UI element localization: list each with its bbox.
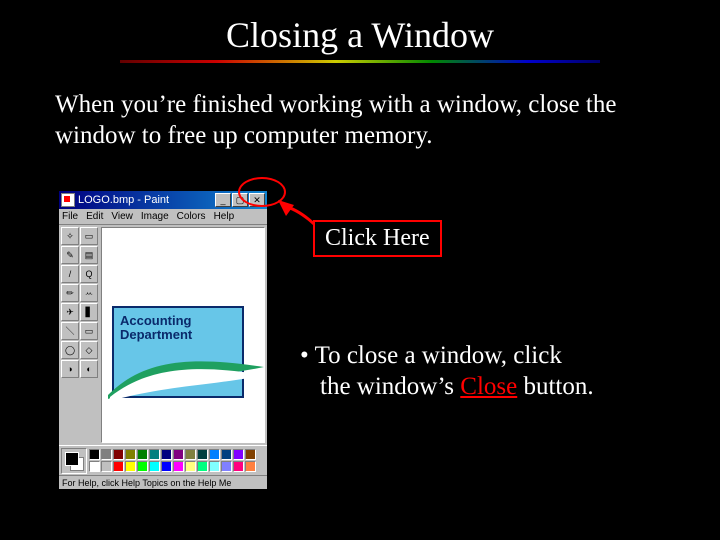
paint-title-text: LOGO.bmp - Paint	[78, 194, 214, 206]
tool-eraser-icon[interactable]: ✎	[61, 246, 79, 264]
swatch-1-8[interactable]	[185, 461, 196, 472]
logo-swoosh-icon	[106, 347, 265, 402]
illustration-stage: LOGO.bmp - Paint _ ▢ ✕ File Edit View Im…	[0, 180, 720, 540]
minimize-button[interactable]: _	[215, 193, 231, 207]
window-buttons: _ ▢ ✕	[214, 193, 265, 207]
close-button[interactable]: ✕	[249, 193, 265, 207]
swatch-0-11[interactable]	[221, 449, 232, 460]
title-underline	[120, 60, 600, 63]
menu-file[interactable]: File	[62, 211, 78, 222]
swatch-0-2[interactable]	[113, 449, 124, 460]
swatch-grid	[89, 449, 256, 472]
swatch-0-5[interactable]	[149, 449, 160, 460]
swatch-0-4[interactable]	[137, 449, 148, 460]
swatch-1-1[interactable]	[101, 461, 112, 472]
swatch-0-9[interactable]	[197, 449, 208, 460]
logo-text: Accounting Department	[120, 314, 192, 341]
tool-line-icon[interactable]: ＼	[61, 322, 79, 340]
tool-curve-icon[interactable]: ▭	[80, 322, 98, 340]
tool-polygon-icon[interactable]: ◇	[80, 341, 98, 359]
tool-rect-select-icon[interactable]: ▭	[80, 227, 98, 245]
swatch-0-10[interactable]	[209, 449, 220, 460]
swatch-1-9[interactable]	[197, 461, 208, 472]
swatch-0-13[interactable]	[245, 449, 256, 460]
tool-brush-icon[interactable]: ꕀ	[80, 284, 98, 302]
swatch-1-0[interactable]	[89, 461, 100, 472]
paint-app-icon	[61, 193, 75, 207]
swatch-1-11[interactable]	[221, 461, 232, 472]
swatch-1-3[interactable]	[125, 461, 136, 472]
menu-colors[interactable]: Colors	[177, 211, 206, 222]
menu-help[interactable]: Help	[214, 211, 235, 222]
tool-freeform-select-icon[interactable]: ✧	[61, 227, 79, 245]
tool-rectangle-icon[interactable]: ◯	[61, 341, 79, 359]
menu-view[interactable]: View	[111, 211, 133, 222]
logo-text-line2: Department	[120, 327, 192, 342]
swatch-1-7[interactable]	[173, 461, 184, 472]
swatch-0-7[interactable]	[173, 449, 184, 460]
swatch-1-4[interactable]	[137, 461, 148, 472]
bullet-text: • To close a window, click the window’s …	[300, 340, 675, 403]
tool-magnifier-icon[interactable]: Q	[80, 265, 98, 283]
paint-canvas[interactable]: Accounting Department	[101, 227, 265, 443]
canvas-logo-image: Accounting Department	[112, 306, 244, 398]
intro-text: When you’re finished working with a wind…	[0, 63, 720, 152]
swatch-1-10[interactable]	[209, 461, 220, 472]
current-color-box[interactable]	[61, 448, 87, 474]
swatch-1-5[interactable]	[149, 461, 160, 472]
slide-title: Closing a Window	[0, 0, 720, 56]
tool-fill-icon[interactable]: ▤	[80, 246, 98, 264]
swatch-0-0[interactable]	[89, 449, 100, 460]
maximize-button[interactable]: ▢	[232, 193, 248, 207]
menu-image[interactable]: Image	[141, 211, 169, 222]
color-palette	[59, 445, 267, 475]
paint-body: ✧ ▭ ✎ ▤ / Q ✏ ꕀ ✈ ▋ ＼ ▭ ◯ ◇ ◑ ◐ Ac	[59, 225, 267, 445]
tool-ellipse-icon[interactable]: ◑	[61, 360, 79, 378]
bullet-line1: To close a window, click	[315, 342, 562, 369]
bullet-close-word: Close	[460, 373, 517, 400]
foreground-color-swatch	[65, 452, 79, 466]
bullet-marker: •	[300, 342, 315, 369]
swatch-1-13[interactable]	[245, 461, 256, 472]
toolbox: ✧ ▭ ✎ ▤ / Q ✏ ꕀ ✈ ▋ ＼ ▭ ◯ ◇ ◑ ◐	[59, 225, 101, 445]
swatch-1-12[interactable]	[233, 461, 244, 472]
tool-pencil-icon[interactable]: ✏	[61, 284, 79, 302]
menu-bar: File Edit View Image Colors Help	[59, 209, 267, 225]
bullet-line2-trail: button.	[517, 373, 593, 400]
tool-airbrush-icon[interactable]: ✈	[61, 303, 79, 321]
swatch-1-2[interactable]	[113, 461, 124, 472]
swatch-0-3[interactable]	[125, 449, 136, 460]
status-bar: For Help, click Help Topics on the Help …	[59, 475, 267, 489]
paint-window: LOGO.bmp - Paint _ ▢ ✕ File Edit View Im…	[58, 190, 268, 490]
menu-edit[interactable]: Edit	[86, 211, 103, 222]
swatch-1-6[interactable]	[161, 461, 172, 472]
tool-picker-icon[interactable]: /	[61, 265, 79, 283]
click-here-callout: Click Here	[313, 220, 442, 257]
swatch-0-6[interactable]	[161, 449, 172, 460]
tool-text-icon[interactable]: ▋	[80, 303, 98, 321]
swatch-0-1[interactable]	[101, 449, 112, 460]
tool-roundrect-icon[interactable]: ◐	[80, 360, 98, 378]
swatch-0-12[interactable]	[233, 449, 244, 460]
swatch-0-8[interactable]	[185, 449, 196, 460]
paint-titlebar[interactable]: LOGO.bmp - Paint _ ▢ ✕	[59, 191, 267, 209]
bullet-line2-lead: the window’s	[320, 373, 460, 400]
